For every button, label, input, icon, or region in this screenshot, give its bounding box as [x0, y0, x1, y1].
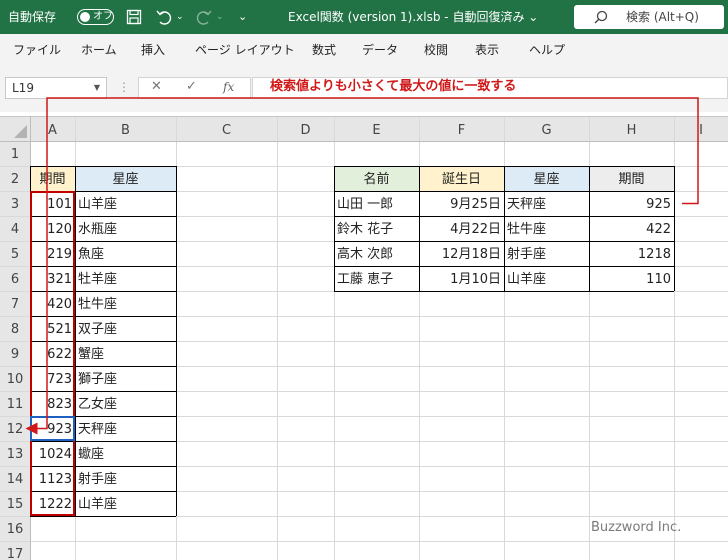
- row-header-16: 16: [7, 522, 24, 537]
- sign-value: 水瓶座: [78, 222, 117, 237]
- period-value: 1222: [39, 497, 72, 512]
- sign-value: 牡羊座: [78, 271, 117, 287]
- name-value: 工藤 恵子: [337, 272, 393, 287]
- header-text-left-1: 期間: [39, 172, 65, 187]
- column-header-E: E: [372, 123, 380, 138]
- row-header-17: 17: [7, 547, 24, 560]
- period-value: 422: [646, 222, 671, 237]
- row-header-13: 13: [7, 447, 24, 462]
- row-header-15: 15: [7, 497, 24, 512]
- row-header-9: 9: [11, 347, 19, 362]
- period-value: 521: [47, 322, 72, 337]
- row-header-1: 1: [11, 147, 19, 162]
- sign-value: 蠍座: [78, 447, 104, 462]
- column-header-B: B: [121, 123, 130, 138]
- sign-value: 山羊座: [507, 271, 546, 287]
- row-header-8: 8: [11, 322, 19, 337]
- sign-value: 射手座: [507, 246, 546, 262]
- annotation-text: 検索値よりも小さくて最大の値に一致する: [270, 79, 517, 94]
- period-value: 420: [47, 297, 72, 312]
- sign-value: 獅子座: [78, 372, 117, 387]
- period-value: 120: [47, 222, 72, 237]
- birthday-value: 12月18日: [442, 247, 501, 262]
- sign-value: 牡牛座: [507, 222, 546, 237]
- sign-value: 乙女座: [78, 396, 117, 412]
- period-value: 1218: [638, 247, 671, 262]
- period-value: 925: [646, 197, 671, 212]
- column-header-C: C: [222, 123, 231, 138]
- row-header-10: 10: [7, 372, 24, 387]
- sign-value: 山羊座: [78, 196, 117, 212]
- row-header-6: 6: [11, 272, 19, 287]
- row-header-3: 3: [11, 197, 19, 212]
- period-value: 1024: [39, 447, 72, 462]
- sign-value: 牡牛座: [78, 297, 117, 312]
- header-text-left-2: 星座: [112, 172, 138, 187]
- period-value: 723: [47, 372, 72, 387]
- column-header-H: H: [627, 123, 637, 138]
- period-value: 101: [47, 197, 72, 212]
- header-text-right-2: 誕生日: [442, 172, 481, 187]
- column-header-F: F: [458, 123, 465, 138]
- row-header-4: 4: [11, 222, 19, 237]
- row-header-7: 7: [11, 297, 19, 312]
- period-value: 823: [47, 397, 72, 412]
- period-value: 923: [47, 422, 72, 437]
- period-value: 1123: [39, 472, 72, 487]
- sign-value: 天秤座: [78, 422, 117, 437]
- column-header-G: G: [541, 123, 551, 138]
- annotation-arrow: [25, 97, 699, 435]
- period-value: 622: [47, 347, 72, 362]
- period-value: 110: [646, 272, 671, 287]
- sign-value: 山羊座: [78, 496, 117, 512]
- period-value: 219: [47, 247, 72, 262]
- birthday-value: 4月22日: [450, 222, 501, 237]
- name-value: 鈴木 花子: [337, 221, 393, 237]
- birthday-value: 9月25日: [450, 197, 501, 212]
- watermark-text: Buzzword Inc.: [591, 520, 682, 535]
- sign-value: 双子座: [78, 322, 117, 337]
- name-value: 高木 次郎: [337, 246, 393, 262]
- sign-value: 射手座: [78, 471, 117, 487]
- column-header-A: A: [48, 123, 57, 138]
- header-text-right-3: 星座: [533, 172, 559, 187]
- birthday-value: 1月10日: [450, 272, 501, 287]
- column-header-D: D: [300, 123, 310, 138]
- row-header-12: 12: [7, 422, 24, 437]
- row-header-2: 2: [11, 172, 19, 187]
- row-header-5: 5: [11, 247, 19, 262]
- sign-value: 蟹座: [78, 347, 104, 362]
- sign-value: 魚座: [78, 247, 104, 262]
- name-value: 山田 一郎: [337, 197, 393, 212]
- header-text-right-1: 名前: [363, 171, 389, 187]
- period-value: 321: [47, 272, 72, 287]
- sign-value: 天秤座: [507, 197, 546, 212]
- column-header-I: I: [699, 123, 703, 138]
- column-header-strip: [0, 116, 728, 141]
- row-header-11: 11: [7, 397, 24, 412]
- row-header-14: 14: [7, 472, 24, 487]
- header-text-right-4: 期間: [618, 172, 644, 187]
